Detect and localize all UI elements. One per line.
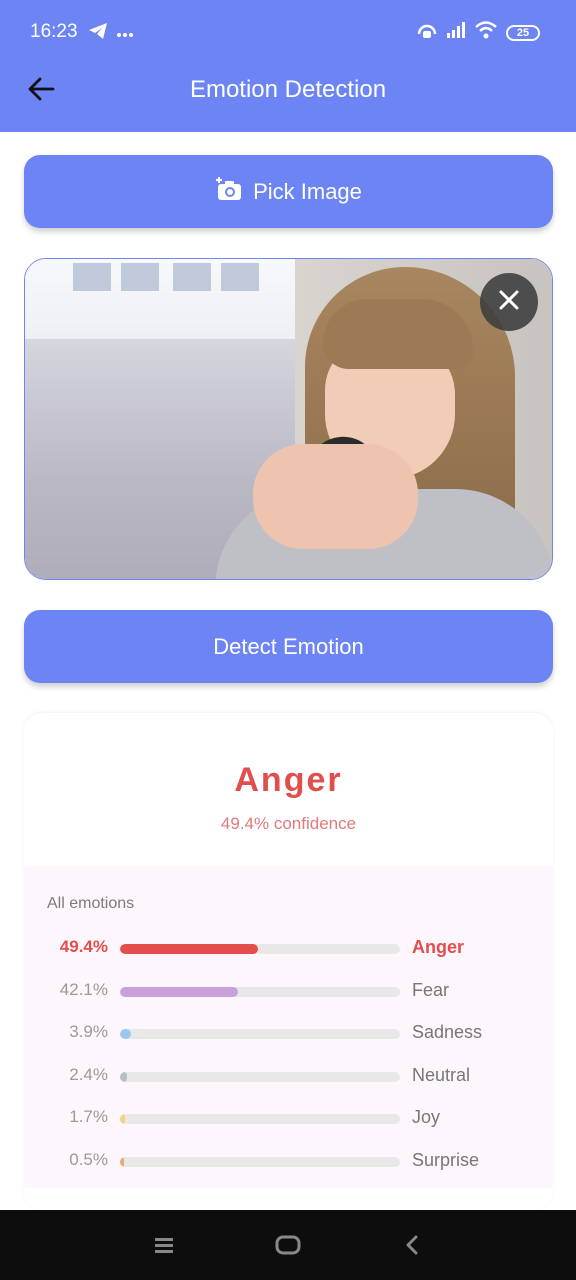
menu-icon[interactable] [149, 1232, 179, 1258]
all-emotions-panel: All emotions 49.4% Anger 42.1% Fear 3.9%… [24, 866, 553, 1188]
confidence-text: 49.4% confidence [220, 814, 357, 833]
top-emotion: Anger [234, 761, 343, 799]
emotion-bar [120, 1114, 400, 1124]
hotspot-icon [416, 20, 438, 45]
emotion-row: 3.9% Sadness [24, 1018, 553, 1048]
app-bar: 16:23 25 Emotion Detection [0, 0, 576, 132]
home-icon[interactable] [273, 1232, 303, 1258]
all-emotions-title: All emotions [47, 895, 135, 912]
emotion-label: Sadness [412, 1022, 483, 1042]
status-left-icons [88, 22, 134, 45]
emotion-percent: 0.5% [69, 1150, 108, 1169]
emotion-label: Joy [412, 1107, 441, 1127]
emotion-bar-fill [120, 944, 258, 954]
emotion-bar [120, 1029, 400, 1039]
battery-icon: 25 [506, 24, 540, 41]
emotion-row: 49.4% Anger [24, 933, 553, 963]
emotion-percent: 1.7% [69, 1107, 108, 1126]
emotion-percent: 3.9% [69, 1022, 108, 1041]
emotion-percent: 49.4% [59, 937, 108, 956]
emotion-label: Neutral [412, 1065, 471, 1085]
pick-image-button[interactable]: Pick Image [24, 155, 553, 228]
status-time: 16:23 [30, 21, 78, 42]
wifi-icon [474, 21, 498, 44]
add-photo-icon [215, 176, 243, 208]
emotion-bar [120, 1072, 400, 1082]
telegram-icon [88, 22, 108, 45]
emotion-bar [120, 1157, 400, 1167]
emotion-row: 42.1% Fear [24, 976, 553, 1006]
emotion-bar [120, 944, 400, 954]
system-nav-bar [0, 1210, 576, 1280]
emotion-percent: 42.1% [59, 980, 108, 999]
detect-emotion-button[interactable]: Detect Emotion [24, 610, 553, 683]
emotion-bar [120, 987, 400, 997]
pick-image-label: Pick Image [253, 178, 362, 204]
emotion-bar-fill [120, 987, 238, 997]
emotion-bar-fill [120, 1029, 131, 1039]
signal-icon [446, 21, 466, 44]
emotion-percent: 2.4% [69, 1065, 108, 1084]
emotion-bar-fill [120, 1114, 125, 1124]
emotion-label: Surprise [412, 1150, 480, 1170]
remove-image-button[interactable] [480, 273, 538, 331]
emotion-label: Anger [412, 937, 465, 957]
window-background [25, 259, 325, 339]
emotion-row: 2.4% Neutral [24, 1061, 553, 1091]
emotion-bar-fill [120, 1072, 127, 1082]
back-icon[interactable] [397, 1232, 427, 1258]
emotion-row: 1.7% Joy [24, 1103, 553, 1133]
status-right-icons: 25 [416, 20, 540, 45]
page-title: Emotion Detection [189, 76, 387, 103]
close-icon [498, 289, 520, 316]
emotion-bar-fill [120, 1157, 124, 1167]
more-dots-icon [116, 25, 134, 43]
detect-emotion-label: Detect Emotion [213, 633, 364, 659]
result-card: Anger 49.4% confidence All emotions 49.4… [24, 713, 553, 1210]
emotion-row: 0.5% Surprise [24, 1146, 553, 1176]
selected-image [24, 258, 553, 580]
emotion-label: Fear [412, 980, 450, 1000]
